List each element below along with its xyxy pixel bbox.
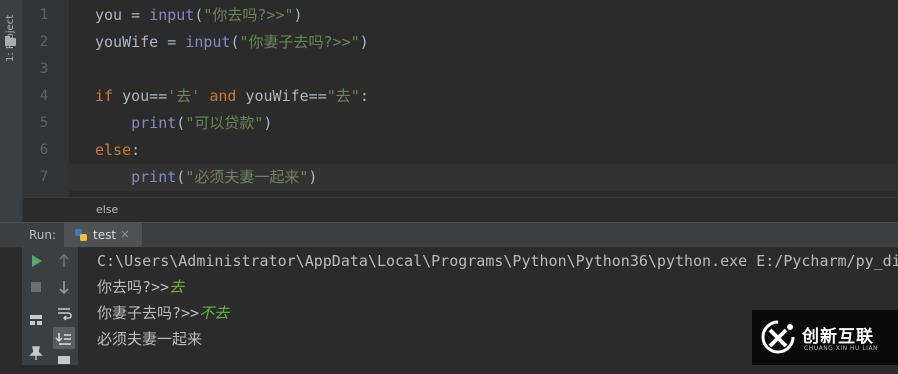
breadcrumb-item[interactable]: else: [96, 203, 118, 216]
rerun-up-icon[interactable]: [53, 250, 75, 272]
line-number: 6: [39, 142, 49, 158]
python-file-icon: [75, 229, 87, 241]
stop-icon[interactable]: [25, 276, 47, 298]
user-input-text: 不去: [199, 304, 230, 322]
code-line: youWife = input("你妻子去吗?>>"): [69, 29, 898, 56]
run-label: Run:: [29, 228, 57, 242]
line-number: 2: [39, 34, 49, 50]
code-line: if you=='去' and youWife=="去":: [69, 83, 898, 110]
watermark-logo: 创新互联 CHUANG XIN HU LIAN: [752, 310, 898, 365]
code-line-text[interactable]: else:: [95, 137, 140, 164]
code-line-text[interactable]: youWife = input("你妻子去吗?>>"): [95, 29, 369, 56]
project-tool-tab[interactable]: 1: Project: [2, 2, 20, 62]
run-tab-test[interactable]: test ×: [64, 223, 142, 247]
editor-breadcrumb: else: [23, 197, 898, 223]
scroll-down-icon[interactable]: [53, 276, 75, 298]
print-icon[interactable]: [53, 352, 75, 374]
console-line: 你去吗?>>去: [97, 278, 185, 296]
code-line: print("可以贷款"): [69, 110, 898, 137]
console-line: 你妻子去吗?>>不去: [97, 304, 230, 322]
brand-subtitle: CHUANG XIN HU LIAN: [804, 345, 879, 352]
scroll-to-end-icon: [55, 333, 71, 345]
console-command-line: C:\Users\Administrator\AppData\Local\Pro…: [97, 252, 898, 270]
run-toolbar: Run: test ×: [0, 222, 898, 248]
code-line: you = input("你去吗?>>"): [69, 2, 898, 29]
run-icon[interactable]: [25, 250, 47, 272]
code-line-text[interactable]: print("可以贷款"): [95, 110, 272, 137]
code-line: else:: [69, 137, 898, 164]
close-icon[interactable]: ×: [120, 227, 130, 241]
code-line-text[interactable]: if you=='去' and youWife=="去":: [95, 83, 369, 110]
scroll-to-end-toggle[interactable]: [53, 327, 75, 349]
line-number: 1: [39, 7, 49, 23]
line-number: 4: [39, 88, 49, 104]
run-side-toolbar: [22, 247, 78, 365]
line-number: 7: [39, 169, 49, 185]
layout-icon[interactable]: [25, 309, 47, 331]
brand-logo-icon: [761, 320, 795, 354]
run-tab-label: test: [93, 228, 117, 242]
line-number: 5: [39, 115, 49, 131]
current-code-line: print("必须夫妻一起来"): [69, 164, 898, 191]
code-editor[interactable]: you = input("你去吗?>>") youWife = input("你…: [69, 0, 898, 197]
code-line-text[interactable]: print("必须夫妻一起来"): [95, 164, 317, 191]
left-tool-strip: 1: Project: [0, 0, 23, 222]
code-line-text[interactable]: you = input("你去吗?>>"): [95, 2, 303, 29]
line-number: 3: [39, 61, 49, 77]
folder-icon[interactable]: [5, 36, 16, 46]
pin-icon[interactable]: [25, 342, 47, 364]
console-line: 必须夫妻一起来: [97, 330, 203, 348]
soft-wrap-icon[interactable]: [53, 302, 75, 324]
brand-name: 创新互联: [802, 327, 874, 347]
user-input-text: 去: [169, 278, 185, 296]
